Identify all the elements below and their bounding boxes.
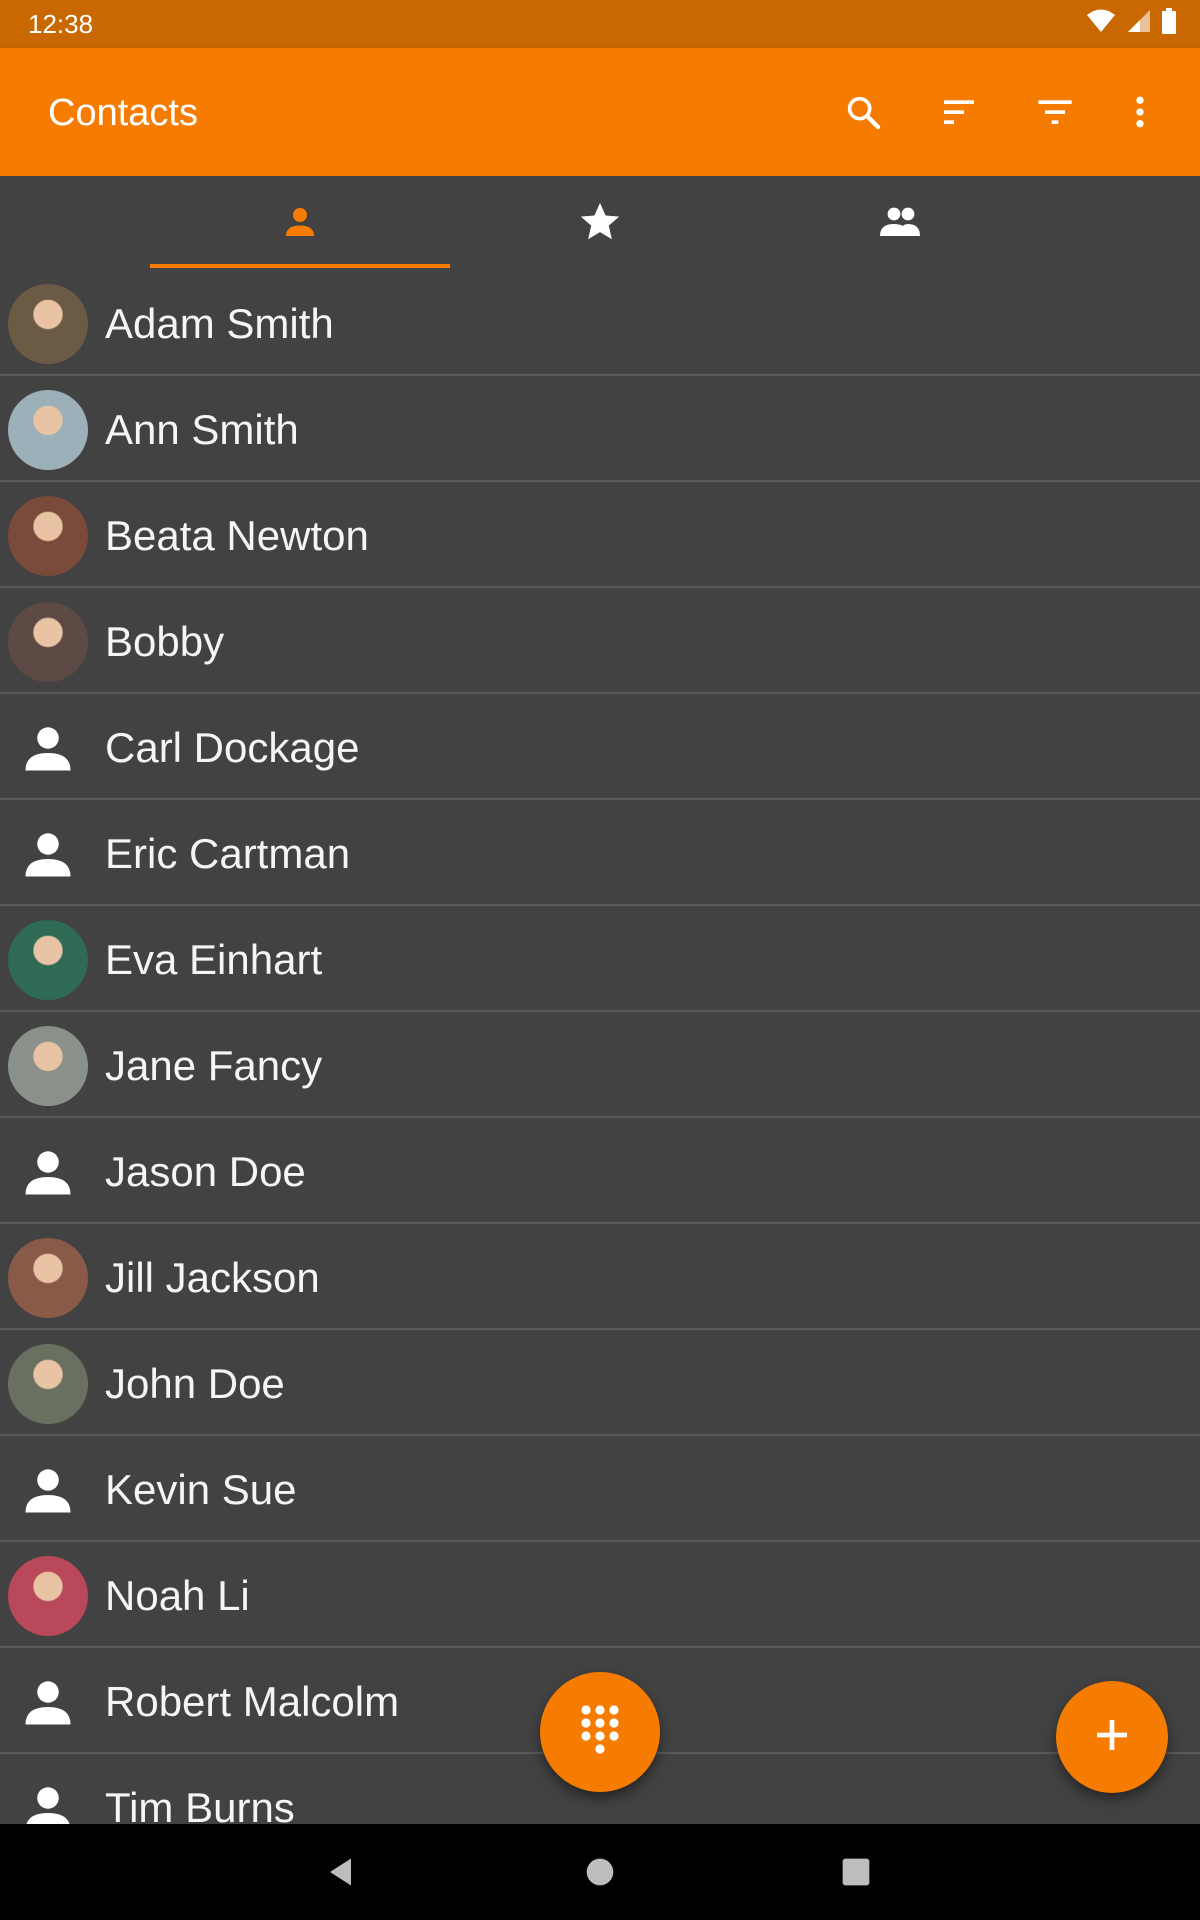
dialpad-fab[interactable] [540,1672,660,1792]
person-placeholder-icon [18,718,78,778]
contact-row[interactable]: Bobby [0,590,1200,694]
contact-name: Jane Fancy [105,1042,323,1089]
contact-name: Beata Newton [105,512,369,559]
contact-name: Bobby [105,618,225,665]
contact-name: Eva Einhart [105,936,323,983]
wifi-icon [1086,8,1116,39]
contact-row[interactable]: Jill Jackson [0,1226,1200,1330]
contact-name: Carl Dockage [105,724,360,771]
contact-row[interactable]: Eva Einhart [0,908,1200,1012]
tab-favorites[interactable] [450,176,750,272]
contact-name: John Doe [105,1360,285,1407]
contact-avatar [8,1344,88,1424]
contact-row[interactable]: Adam Smith [0,272,1200,376]
more-vert-icon[interactable] [1110,82,1170,142]
contact-name: Adam Smith [105,300,334,347]
person-icon [279,201,321,248]
contact-row[interactable]: Ann Smith [0,378,1200,482]
person-placeholder-icon [18,824,78,884]
contact-row[interactable]: Jane Fancy [0,1014,1200,1118]
person-placeholder-icon [18,1672,78,1732]
star-icon [577,199,623,250]
person-placeholder-icon [18,1778,78,1824]
app-title: Contacts [48,92,198,134]
contact-name: Tim Burns [105,1784,295,1824]
contact-avatar [8,284,88,364]
app-bar: Contacts [0,48,1200,176]
sort-icon[interactable] [929,82,989,142]
contact-name: Kevin Sue [105,1466,297,1513]
contact-avatar [8,390,88,470]
group-icon [876,198,924,251]
contact-row[interactable]: Noah Li [0,1544,1200,1648]
contact-name: Robert Malcolm [105,1678,400,1725]
contact-row[interactable]: Eric Cartman [0,802,1200,906]
person-placeholder-icon [18,1142,78,1202]
status-time: 12:38 [28,9,94,39]
person-placeholder-icon [18,1460,78,1520]
add-icon [1092,1715,1132,1760]
back-icon[interactable] [312,1842,372,1902]
search-icon[interactable] [833,82,893,142]
contact-list[interactable]: Adam Smith Ann Smith Beata Newton Bobby Carl… [0,272,1200,1824]
tab-bar [0,176,1200,272]
add-contact-fab[interactable] [1056,1681,1168,1793]
contact-name: Jill Jackson [105,1254,320,1301]
contact-row[interactable]: Beata Newton [0,484,1200,588]
contact-avatar [8,602,88,682]
tab-contacts[interactable] [150,176,450,272]
contact-row[interactable]: Kevin Sue [0,1438,1200,1542]
battery-icon [1162,8,1176,39]
dialpad-icon [578,1702,622,1763]
tab-indicator [150,264,450,268]
recents-icon[interactable] [826,1842,886,1902]
contact-name: Eric Cartman [105,830,351,877]
status-icons [1086,8,1176,39]
home-icon[interactable] [570,1842,630,1902]
contact-name: Jason Doe [105,1148,306,1195]
contact-row[interactable]: Carl Dockage [0,696,1200,800]
contact-avatar [8,1556,88,1636]
cell-signal-icon [1126,8,1152,39]
tab-groups[interactable] [750,176,1050,272]
navigation-bar [0,1824,1200,1920]
contact-avatar [8,1026,88,1106]
contact-avatar [8,496,88,576]
contact-name: Ann Smith [105,406,299,453]
contact-row[interactable]: Jason Doe [0,1120,1200,1224]
status-bar: 12:38 [0,0,1200,48]
contact-avatar [8,1238,88,1318]
contact-avatar [8,920,88,1000]
contact-row[interactable]: John Doe [0,1332,1200,1436]
filter-icon[interactable] [1025,82,1085,142]
contact-name: Noah Li [105,1572,250,1619]
